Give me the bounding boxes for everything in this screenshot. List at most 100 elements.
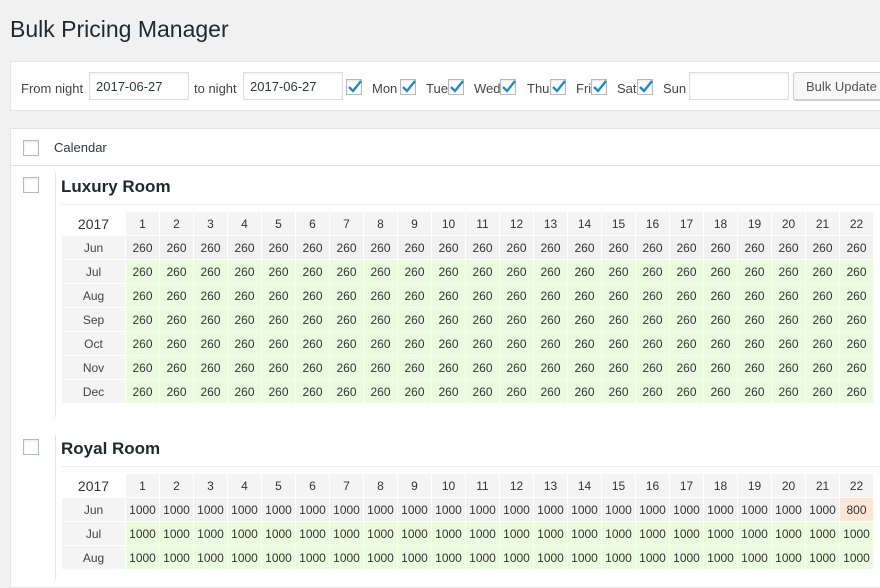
price-cell[interactable]: 260 (194, 356, 227, 379)
price-cell[interactable]: 1000 (772, 522, 805, 545)
price-cell[interactable]: 1000 (602, 522, 635, 545)
price-cell[interactable]: 260 (466, 236, 499, 259)
price-cell[interactable]: 260 (126, 284, 159, 307)
price-cell[interactable]: 260 (670, 260, 703, 283)
price-cell[interactable]: 260 (772, 260, 805, 283)
price-cell[interactable]: 260 (500, 356, 533, 379)
price-cell[interactable]: 260 (602, 308, 635, 331)
price-cell[interactable]: 260 (330, 260, 363, 283)
price-cell[interactable]: 260 (126, 332, 159, 355)
price-cell[interactable]: 260 (704, 284, 737, 307)
day-checkbox-sun[interactable] (637, 79, 653, 95)
price-cell[interactable]: 260 (840, 332, 873, 355)
price-cell[interactable]: 260 (806, 380, 839, 403)
price-cell[interactable]: 260 (228, 260, 261, 283)
price-cell[interactable]: 260 (262, 236, 295, 259)
price-cell[interactable]: 260 (432, 284, 465, 307)
price-cell[interactable]: 260 (398, 380, 431, 403)
price-cell[interactable]: 1000 (330, 498, 363, 521)
price-cell[interactable]: 260 (500, 308, 533, 331)
price-cell[interactable]: 260 (466, 260, 499, 283)
price-cell[interactable]: 1000 (262, 522, 295, 545)
price-cell[interactable]: 260 (432, 380, 465, 403)
price-cell[interactable]: 260 (364, 260, 397, 283)
to-night-input[interactable] (243, 72, 343, 100)
price-cell[interactable]: 1000 (738, 522, 771, 545)
price-cell[interactable]: 260 (432, 260, 465, 283)
price-cell[interactable]: 260 (330, 356, 363, 379)
price-cell[interactable]: 260 (432, 236, 465, 259)
price-cell[interactable]: 260 (466, 332, 499, 355)
price-cell[interactable]: 260 (840, 260, 873, 283)
price-cell[interactable]: 260 (806, 236, 839, 259)
price-cell[interactable]: 260 (160, 236, 193, 259)
price-cell[interactable]: 1000 (364, 522, 397, 545)
price-cell[interactable]: 260 (126, 356, 159, 379)
price-cell[interactable]: 260 (568, 308, 601, 331)
price-cell[interactable]: 1000 (806, 498, 839, 521)
price-cell[interactable]: 260 (126, 308, 159, 331)
price-cell[interactable]: 260 (534, 380, 567, 403)
price-cell[interactable]: 260 (262, 260, 295, 283)
price-cell[interactable]: 260 (160, 284, 193, 307)
price-cell[interactable]: 260 (330, 236, 363, 259)
price-cell[interactable]: 1000 (704, 546, 737, 569)
price-cell[interactable]: 260 (772, 332, 805, 355)
price-cell[interactable]: 260 (228, 332, 261, 355)
day-checkbox-thu[interactable] (500, 79, 516, 95)
price-cell[interactable]: 260 (772, 356, 805, 379)
price-cell[interactable]: 260 (568, 332, 601, 355)
price-cell[interactable]: 260 (602, 236, 635, 259)
price-cell[interactable]: 1000 (602, 498, 635, 521)
price-cell[interactable]: 260 (126, 260, 159, 283)
price-cell[interactable]: 260 (296, 284, 329, 307)
price-cell[interactable]: 1000 (194, 522, 227, 545)
price-cell[interactable]: 1000 (738, 546, 771, 569)
price-cell[interactable]: 260 (160, 332, 193, 355)
price-cell[interactable]: 260 (738, 284, 771, 307)
price-cell[interactable]: 260 (738, 308, 771, 331)
price-cell[interactable]: 260 (534, 332, 567, 355)
price-cell[interactable]: 1000 (670, 498, 703, 521)
price-cell[interactable]: 260 (534, 260, 567, 283)
price-cell[interactable]: 1000 (160, 546, 193, 569)
price-cell[interactable]: 260 (840, 380, 873, 403)
price-cell[interactable]: 260 (568, 236, 601, 259)
price-cell[interactable]: 1000 (398, 522, 431, 545)
price-cell[interactable]: 260 (364, 380, 397, 403)
price-cell[interactable]: 1000 (228, 498, 261, 521)
price-cell[interactable]: 1000 (398, 546, 431, 569)
price-cell[interactable]: 260 (772, 380, 805, 403)
price-cell[interactable]: 260 (636, 260, 669, 283)
price-cell[interactable]: 1000 (602, 546, 635, 569)
price-cell[interactable]: 260 (194, 236, 227, 259)
price-cell[interactable]: 1000 (806, 522, 839, 545)
price-cell[interactable]: 1000 (534, 522, 567, 545)
price-cell[interactable]: 260 (602, 284, 635, 307)
price-cell[interactable]: 1000 (704, 498, 737, 521)
price-cell[interactable]: 260 (330, 308, 363, 331)
price-cell[interactable]: 1000 (296, 522, 329, 545)
price-cell[interactable]: 260 (568, 380, 601, 403)
price-cell[interactable]: 260 (432, 356, 465, 379)
price-cell[interactable]: 260 (704, 356, 737, 379)
price-cell[interactable]: 260 (160, 380, 193, 403)
price-cell[interactable]: 260 (466, 356, 499, 379)
price-cell[interactable]: 1000 (432, 522, 465, 545)
price-cell[interactable]: 260 (806, 284, 839, 307)
price-cell[interactable]: 260 (194, 308, 227, 331)
price-cell[interactable]: 1000 (330, 546, 363, 569)
price-cell[interactable]: 260 (500, 260, 533, 283)
price-cell[interactable]: 260 (364, 236, 397, 259)
price-cell[interactable]: 1000 (228, 546, 261, 569)
price-cell[interactable]: 1000 (500, 522, 533, 545)
price-cell[interactable]: 260 (262, 308, 295, 331)
price-cell[interactable]: 1000 (126, 546, 159, 569)
select-all-checkbox[interactable] (23, 140, 39, 156)
price-cell[interactable]: 260 (500, 236, 533, 259)
price-cell[interactable]: 260 (466, 308, 499, 331)
price-cell[interactable]: 260 (840, 308, 873, 331)
price-cell[interactable]: 1000 (568, 522, 601, 545)
price-cell[interactable]: 260 (670, 332, 703, 355)
price-cell[interactable]: 1000 (398, 498, 431, 521)
